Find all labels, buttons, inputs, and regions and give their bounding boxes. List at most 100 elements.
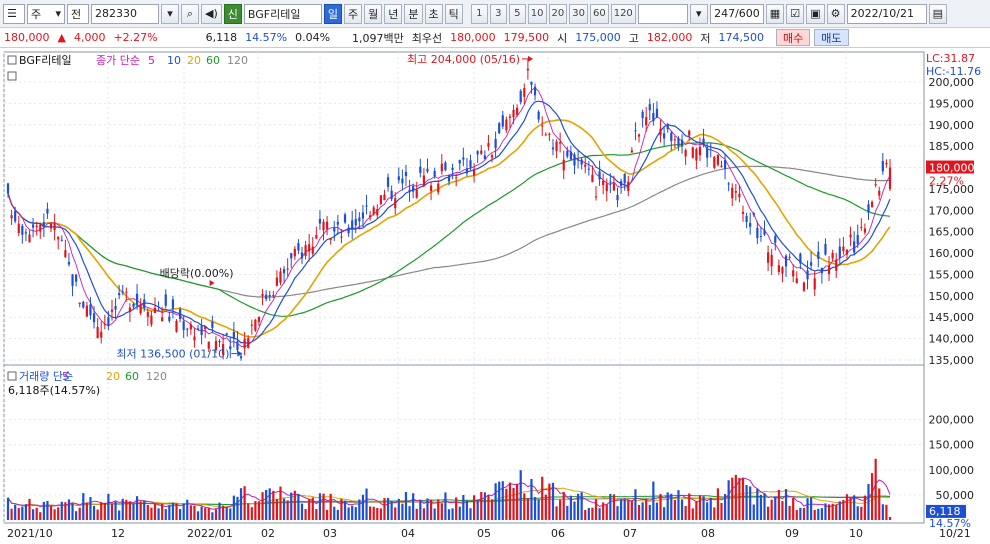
volume-bar bbox=[343, 500, 347, 520]
tab-day[interactable]: 일 bbox=[323, 3, 343, 24]
candle-body bbox=[698, 146, 702, 156]
interval-1[interactable]: 1 bbox=[470, 3, 488, 24]
save-button[interactable]: ▣ bbox=[806, 3, 825, 24]
interval-3[interactable]: 3 bbox=[489, 3, 507, 24]
volume-bar bbox=[35, 507, 38, 520]
candle-body bbox=[663, 133, 666, 139]
stock-name-field[interactable]: BGF리테일 bbox=[243, 3, 322, 24]
candle-body bbox=[716, 154, 720, 165]
interval-custom-input[interactable] bbox=[637, 3, 688, 24]
volume-bar bbox=[300, 503, 304, 520]
candle-body bbox=[315, 235, 318, 239]
tab-minute-label: 분 bbox=[408, 7, 419, 21]
candle-body bbox=[379, 195, 382, 205]
candle-body bbox=[103, 323, 106, 325]
volume-legend-checkbox-icon[interactable] bbox=[7, 371, 17, 381]
candle-body bbox=[645, 117, 648, 126]
volume-bar bbox=[630, 500, 633, 520]
candle-body bbox=[455, 177, 458, 179]
candle-body bbox=[544, 134, 547, 136]
menu-icon[interactable]: ☰ bbox=[3, 3, 25, 24]
tab-minute[interactable]: 분 bbox=[404, 3, 423, 24]
open-label: 시 bbox=[557, 31, 568, 45]
chart-svg[interactable]: 200,000195,000190,000185,000180,000175,0… bbox=[0, 48, 990, 544]
tab-month[interactable]: 월 bbox=[364, 3, 383, 24]
candle-body bbox=[774, 236, 777, 243]
candle-body bbox=[351, 220, 354, 230]
interval-30[interactable]: 30 bbox=[569, 3, 588, 24]
expand-icon[interactable] bbox=[7, 71, 17, 81]
volume-bar bbox=[297, 493, 300, 520]
volume-bar bbox=[645, 499, 648, 520]
legend-checkbox-icon[interactable] bbox=[7, 55, 17, 65]
volume-bar bbox=[222, 505, 225, 520]
bar-count-field[interactable]: 247/600 bbox=[709, 3, 764, 24]
volume-bar bbox=[680, 499, 684, 520]
volume-bar bbox=[483, 492, 486, 520]
period-type-select[interactable]: 전 bbox=[67, 3, 89, 24]
interval-10[interactable]: 10 bbox=[527, 3, 547, 24]
dividend-annotation: 배당락(0.00%) bbox=[160, 267, 234, 280]
buy-button-label: 매수 bbox=[783, 31, 804, 45]
volume-bar bbox=[584, 510, 587, 520]
current-change-label: 2.27% bbox=[929, 175, 964, 188]
volume-bar bbox=[67, 499, 71, 520]
volume-bar bbox=[75, 511, 78, 520]
market-select[interactable]: 주 ▾ bbox=[27, 3, 65, 24]
candle-body bbox=[827, 265, 831, 275]
candle-body bbox=[229, 346, 232, 350]
search-button[interactable]: ⌕ bbox=[181, 3, 199, 24]
buy-button[interactable]: 매수 bbox=[776, 29, 811, 46]
legend-stock-name: BGF리테일 bbox=[19, 53, 72, 67]
interval-120[interactable]: 120 bbox=[610, 3, 636, 24]
calendar-button[interactable]: ▤ bbox=[928, 3, 948, 24]
volume-bar bbox=[204, 508, 207, 520]
candle-body bbox=[863, 228, 867, 233]
volume-bar bbox=[810, 497, 813, 520]
candle-body bbox=[745, 216, 748, 222]
chevron-down-icon: ▾ bbox=[55, 7, 61, 20]
legend-ma-120: 120 bbox=[227, 54, 248, 67]
volume-bar bbox=[408, 506, 411, 520]
trade-volume: 6,118 bbox=[205, 31, 238, 44]
date-input[interactable]: 2022/10/21 bbox=[846, 3, 927, 24]
price-tick-label: 185,000 bbox=[929, 140, 975, 153]
tab-tick[interactable]: 틱 bbox=[444, 3, 463, 24]
volume-bar bbox=[447, 509, 451, 520]
stock-chart[interactable]: 200,000195,000190,000185,000180,000175,0… bbox=[0, 48, 990, 544]
volume-bar bbox=[139, 501, 142, 520]
candle-body bbox=[193, 336, 196, 341]
candle-body bbox=[835, 259, 838, 271]
candle-body bbox=[275, 277, 279, 286]
candle-body bbox=[860, 227, 863, 229]
sound-button[interactable]: ◀) bbox=[201, 3, 222, 24]
volume-bar bbox=[383, 498, 386, 520]
candle-body bbox=[867, 204, 870, 213]
indicator-button[interactable]: ☑ bbox=[786, 3, 805, 24]
tab-second[interactable]: 초 bbox=[424, 3, 443, 24]
volume-bar bbox=[14, 504, 17, 520]
candle-body bbox=[777, 265, 780, 272]
lc-indicator: LC:31.87 bbox=[926, 52, 975, 65]
code-dropdown-button[interactable]: ▾ bbox=[161, 3, 179, 24]
tab-week[interactable]: 주 bbox=[344, 3, 363, 24]
candle-body bbox=[802, 282, 806, 291]
tools-button[interactable]: ▦ bbox=[765, 3, 785, 24]
candle-body bbox=[376, 208, 379, 216]
candle-body bbox=[781, 267, 784, 274]
candle-body bbox=[340, 236, 343, 238]
stock-code-input[interactable]: 282330 bbox=[91, 3, 159, 24]
interval-5[interactable]: 5 bbox=[508, 3, 526, 24]
tab-year[interactable]: 년 bbox=[384, 3, 403, 24]
volume-bar bbox=[663, 507, 666, 520]
volume-bar bbox=[555, 506, 558, 520]
interval-dropdown[interactable]: ▾ bbox=[689, 3, 708, 24]
candle-body bbox=[766, 252, 770, 263]
candle-body bbox=[576, 159, 580, 161]
settings-button[interactable]: ⚙ bbox=[826, 3, 845, 24]
interval-20[interactable]: 20 bbox=[548, 3, 568, 24]
volume-bar bbox=[390, 501, 393, 520]
interval-60[interactable]: 60 bbox=[589, 3, 609, 24]
sell-button[interactable]: 매도 bbox=[814, 29, 849, 46]
candle-body bbox=[272, 294, 275, 297]
